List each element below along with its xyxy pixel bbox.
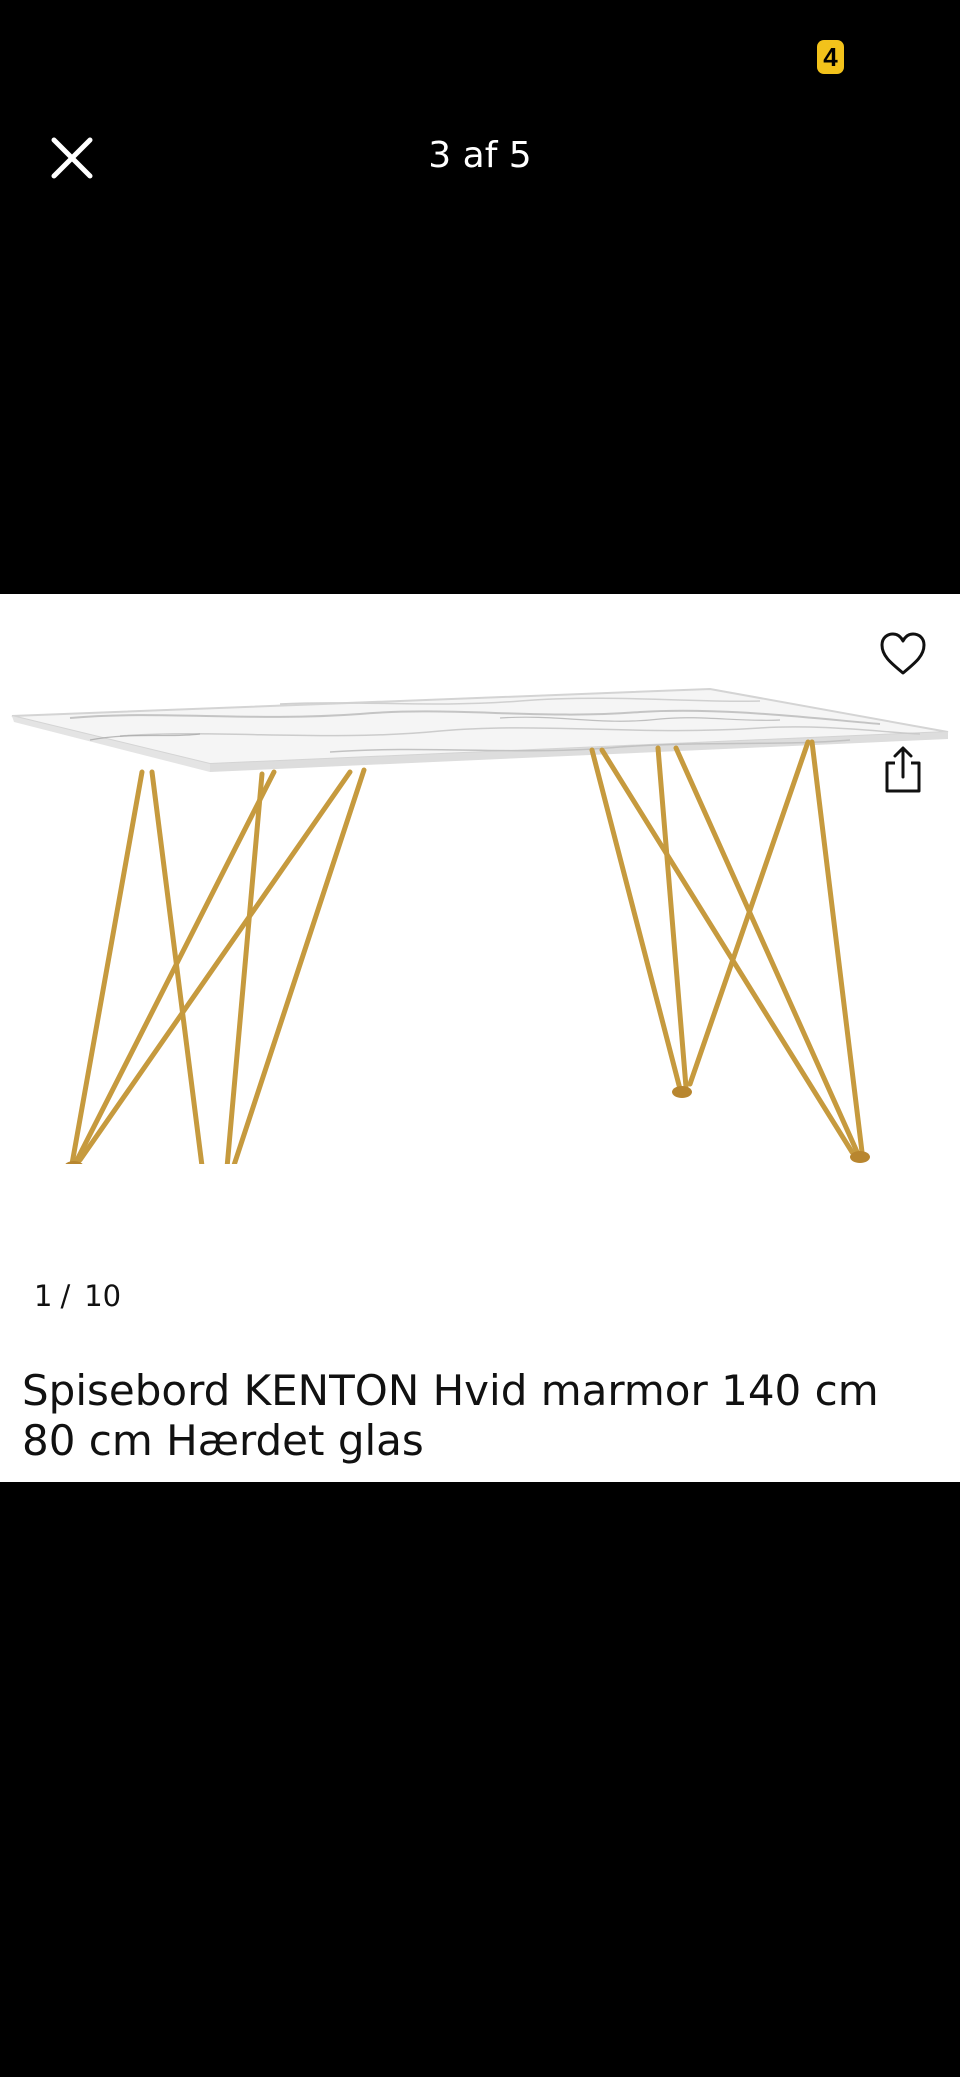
table-feet (65, 1086, 870, 1164)
product-image (11, 687, 949, 1164)
share-icon (885, 746, 921, 793)
product-title: Spisebord KENTON Hvid marmor 140 cm 80 c… (22, 1366, 879, 1465)
viewer-header: 3 af 5 (0, 110, 960, 202)
heart-icon (880, 632, 926, 675)
product-screenshot: 1/ 10 Spisebord KENTON Hvid marmor 140 cm… (0, 594, 960, 1482)
favorite-button[interactable] (873, 624, 933, 684)
image-counter: 3 af 5 (428, 135, 532, 176)
pager-separator: / (60, 1279, 71, 1313)
table-top (11, 687, 949, 772)
status-badge: 4 (817, 40, 844, 74)
table-legs (69, 739, 865, 1164)
share-button[interactable] (873, 740, 933, 800)
close-button[interactable] (36, 128, 108, 188)
close-icon (51, 137, 93, 179)
pager-current: 1 (34, 1279, 53, 1313)
image-pager: 1/ 10 (34, 1278, 121, 1314)
pager-total: 10 (84, 1279, 122, 1313)
